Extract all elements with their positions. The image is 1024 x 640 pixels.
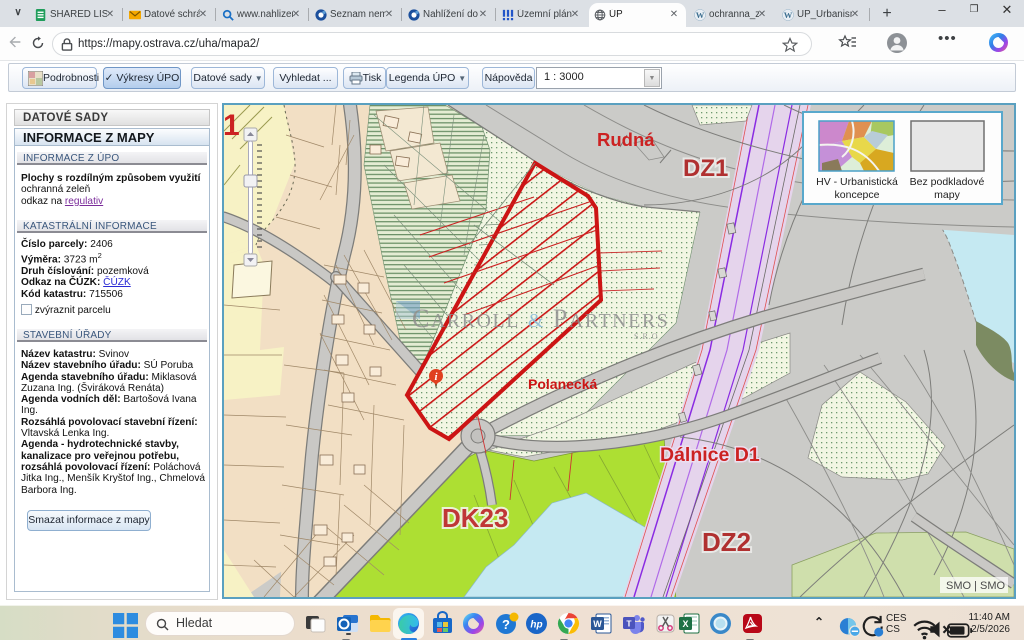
svg-text:koncepce: koncepce	[835, 189, 880, 201]
svg-text:DZ2: DZ2	[702, 527, 751, 557]
svg-text:S.R.O: S.R.O	[634, 332, 659, 341]
svg-text:W: W	[696, 10, 705, 20]
svg-text:HV - Urbanistická: HV - Urbanistická	[816, 176, 898, 188]
svg-text:W: W	[593, 619, 602, 629]
svg-text:W: W	[784, 10, 793, 20]
svg-text:T: T	[626, 619, 632, 629]
svg-text:DK23: DK23	[442, 503, 508, 533]
svg-text:SMO | SMO: SMO | SMO	[946, 580, 1006, 592]
svg-text:?: ?	[502, 617, 510, 632]
svg-text:DZ1: DZ1	[683, 155, 728, 182]
svg-text:Rudná: Rudná	[597, 129, 655, 150]
svg-text:Dálnice D1: Dálnice D1	[660, 444, 760, 466]
svg-text:Polanecká: Polanecká	[528, 376, 597, 392]
svg-text:1: 1	[224, 109, 240, 142]
svg-text:Bez podkladové: Bez podkladové	[910, 176, 985, 188]
svg-text:X: X	[682, 619, 688, 629]
svg-text:mapy: mapy	[934, 189, 960, 201]
svg-text:hp: hp	[530, 620, 542, 631]
